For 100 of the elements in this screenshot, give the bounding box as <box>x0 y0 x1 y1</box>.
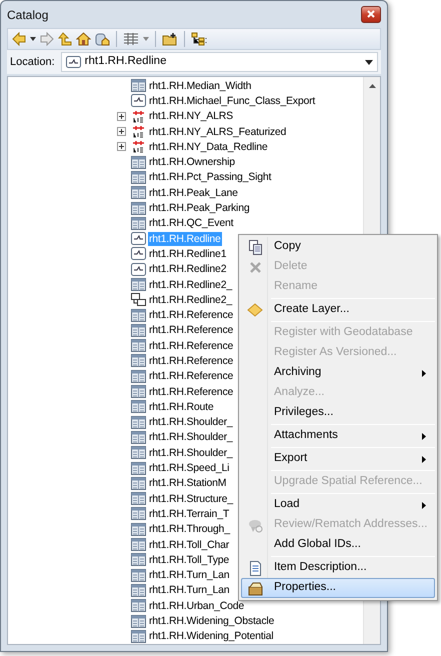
tree-item[interactable]: rht1.RH.Reference <box>148 338 234 353</box>
table-icon <box>131 630 146 643</box>
tree-item[interactable]: rht1.RH.StationM <box>148 476 228 490</box>
close-button[interactable] <box>361 6 381 23</box>
table-icon <box>131 584 146 597</box>
dropdown-caret-icon[interactable] <box>365 60 373 64</box>
tree-item[interactable]: rht1.RH.Pct_Passing_Sight <box>148 170 272 184</box>
table-icon <box>131 400 146 414</box>
submenu-arrow-icon <box>422 502 426 508</box>
tree-item[interactable]: rht1.RH.Widening_Potential <box>148 629 274 644</box>
table-icon <box>131 156 146 169</box>
tree-item[interactable]: rht1.RH.Route <box>148 400 215 414</box>
tree-item[interactable]: rht1.RH.Reference <box>148 354 234 368</box>
menu-item[interactable]: Copy <box>241 237 435 257</box>
table-icon <box>131 568 146 582</box>
table-icon <box>131 492 146 506</box>
caret-icon[interactable] <box>30 37 36 41</box>
diamond-icon <box>247 303 263 317</box>
menu-item[interactable]: Privileges... <box>241 403 435 423</box>
tree-item[interactable]: rht1.RH.Urban_Code <box>148 598 246 613</box>
table-icon <box>131 202 146 215</box>
tree-item[interactable]: rht1.RH.Turn_Lan <box>148 568 230 582</box>
expand-icon[interactable] <box>117 127 126 136</box>
tree-item[interactable]: rht1.RH.Widening_Obstacle <box>148 614 276 628</box>
tree-item[interactable]: rht1.RH.NY_ALRS <box>148 109 234 124</box>
tree-item[interactable]: rht1.RH.Terrain_T <box>148 506 230 521</box>
up-arrow-icon[interactable] <box>58 32 72 46</box>
location-field[interactable]: rht1.RH.Redline <box>60 52 378 72</box>
tree-item[interactable]: rht1.RH.Structure_ <box>148 492 234 506</box>
route-system-icon <box>131 125 146 138</box>
menu-item[interactable]: Add Global IDs... <box>241 535 435 555</box>
table-icon <box>131 538 146 552</box>
document-icon <box>248 560 262 576</box>
speech-bubble-icon <box>248 518 262 532</box>
folder-add-icon[interactable] <box>162 32 178 46</box>
table-icon <box>131 186 146 200</box>
window-title: Catalog <box>7 6 48 24</box>
table-icon <box>131 308 146 322</box>
table-icon <box>131 507 146 520</box>
back-arrow-icon[interactable] <box>12 32 26 46</box>
submenu-arrow-icon <box>422 432 426 440</box>
table-icon <box>131 385 146 398</box>
submenu-arrow-icon <box>422 370 426 376</box>
line-feature-icon <box>131 94 146 108</box>
tree-item[interactable]: rht1.RH.Redline2 <box>148 262 228 276</box>
tree-item[interactable]: rht1.RH.Shoulder_ <box>148 446 234 460</box>
menu-item[interactable]: Export <box>241 449 435 469</box>
tree-item[interactable]: rht1.RH.QC_Event <box>148 216 234 230</box>
table-icon <box>131 599 146 612</box>
tree-item[interactable]: rht1.RH.Toll_Type <box>148 552 230 567</box>
menu-item[interactable]: Archiving <box>241 363 435 383</box>
tree-item[interactable]: rht1.RH.Reference <box>148 308 234 322</box>
tree-item[interactable]: rht1.RH.Reference <box>148 323 234 338</box>
scroll-up-icon[interactable] <box>368 84 376 88</box>
location-label: Location: <box>10 54 55 70</box>
table-icon <box>131 324 146 337</box>
tree-item[interactable]: rht1.RH.Michael_Func_Class_Export <box>148 94 316 108</box>
tree-item[interactable]: rht1.RH.Toll_Char <box>148 538 230 552</box>
tree-item[interactable]: rht1.RH.Redline2_ <box>148 292 233 307</box>
tree-item[interactable]: rht1.RH.Turn_Lan <box>148 583 230 598</box>
table-icon <box>131 170 146 184</box>
menu-item[interactable]: Create Layer... <box>241 300 435 320</box>
expand-icon[interactable] <box>117 112 126 121</box>
table-icon <box>131 339 146 352</box>
table-icon <box>131 430 146 444</box>
tree-view-icon[interactable] <box>191 32 207 46</box>
menu-item[interactable]: Load <box>241 495 435 515</box>
table-icon <box>131 354 146 368</box>
table-icon <box>131 278 146 291</box>
tree-item[interactable]: rht1.RH.Speed_Li <box>148 461 230 476</box>
tree-item[interactable]: rht1.RH.Shoulder_ <box>148 430 234 444</box>
grid-view-icon[interactable] <box>123 32 139 46</box>
table-icon <box>131 216 146 230</box>
table-icon <box>131 522 146 536</box>
tree-item[interactable]: rht1.RH.Peak_Parking <box>148 201 250 216</box>
tree-item[interactable]: rht1.RH.NY_Data_Redline <box>148 140 269 154</box>
copy-icon <box>248 240 262 254</box>
menu-item[interactable]: Attachments <box>241 426 435 446</box>
tree-item[interactable]: rht1.RH.NY_ALRS_Featurized <box>148 124 288 139</box>
tree-item[interactable]: rht1.RH.Redline1 <box>148 246 228 261</box>
tree-item[interactable]: rht1.RH.Through_ <box>148 522 231 536</box>
tree-item[interactable]: rht1.RH.Redline2_ <box>148 278 233 292</box>
relationship-icon <box>131 293 146 306</box>
submenu-arrow-icon <box>422 456 426 462</box>
tree-item[interactable]: rht1.RH.Shoulder_ <box>148 415 234 430</box>
menu-item[interactable]: Properties... <box>241 578 435 598</box>
close-icon <box>248 260 262 274</box>
table-icon <box>131 370 146 383</box>
tree-item[interactable]: rht1.RH.Reference <box>148 369 234 384</box>
tree-item[interactable]: rht1.RH.Reference <box>148 384 234 399</box>
line-feature-icon <box>131 262 146 276</box>
table-icon <box>131 553 146 566</box>
database-home-icon[interactable] <box>95 32 110 46</box>
tree-item[interactable]: rht1.RH.Median_Width <box>148 78 252 93</box>
menu-item[interactable]: Item Description... <box>241 558 435 578</box>
tree-item[interactable]: rht1.RH.Ownership <box>148 155 236 170</box>
table-icon <box>131 476 146 490</box>
home-icon[interactable] <box>76 32 91 46</box>
expand-icon[interactable] <box>117 142 126 152</box>
tree-item[interactable]: rht1.RH.Peak_Lane <box>148 186 239 200</box>
